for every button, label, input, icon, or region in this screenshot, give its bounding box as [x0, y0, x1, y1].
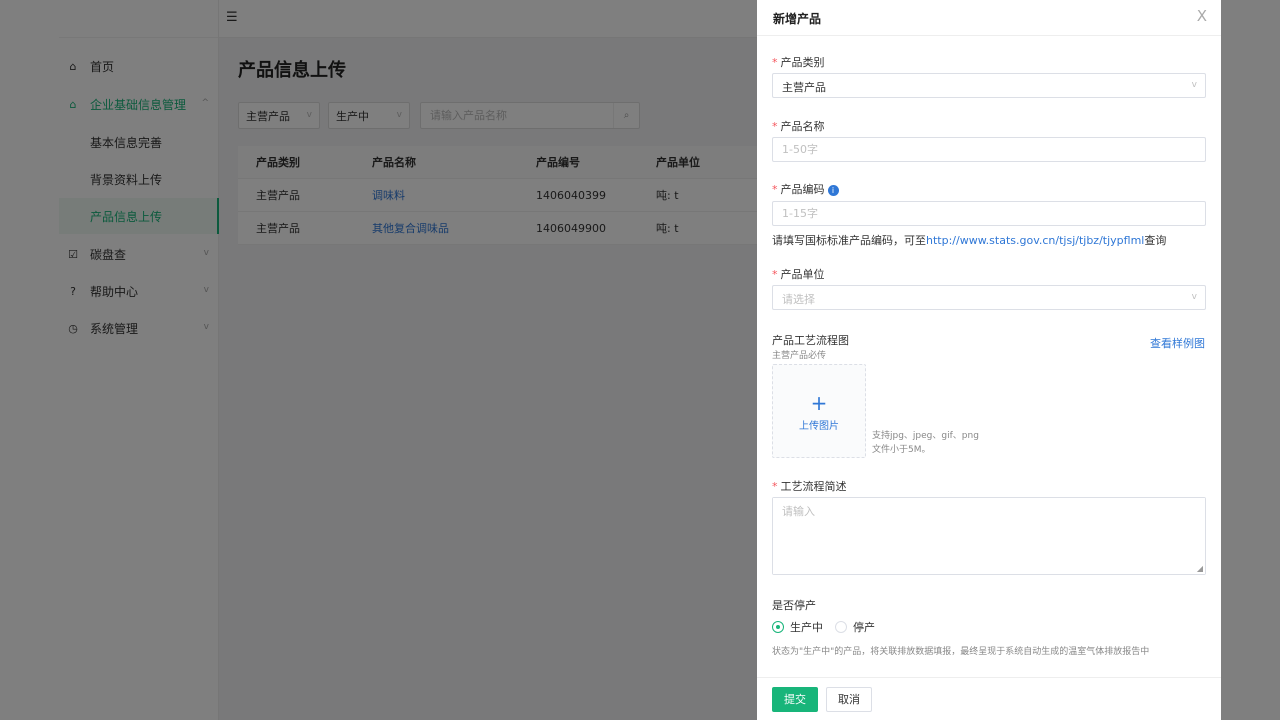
code-label: * 产品编码 i [772, 181, 839, 197]
code-label-text: 产品编码 [780, 183, 825, 196]
chevron-down-icon: v [1191, 80, 1197, 90]
name-label-text: 产品名称 [780, 120, 825, 133]
process-field: ◢ [772, 497, 1206, 575]
required-mark: * [772, 480, 778, 493]
drawer-header: 新增产品 X [757, 0, 1221, 36]
stopped-radio-group: 生产中 停产 [772, 619, 887, 635]
chevron-down-icon: v [1191, 292, 1197, 302]
process-label: * 工艺流程简述 [772, 478, 847, 494]
upload-format-hint: 支持jpg、jpeg、gif、png [872, 431, 979, 441]
process-textarea[interactable] [773, 498, 1205, 574]
category-label: * 产品类别 [772, 54, 825, 70]
name-label: * 产品名称 [772, 118, 825, 134]
flowchart-label: 产品工艺流程图 [772, 334, 849, 347]
required-mark: * [772, 183, 778, 196]
stopped-label: 是否停产 [772, 599, 816, 612]
category-select[interactable]: 主营产品 v [772, 73, 1206, 98]
upload-size-hint: 文件小于5M。 [872, 445, 931, 455]
process-label-text: 工艺流程简述 [780, 480, 847, 493]
code-input[interactable] [773, 202, 1173, 225]
unit-select-placeholder: 请选择 [782, 293, 815, 306]
category-label-text: 产品类别 [780, 56, 825, 69]
required-mark: * [772, 268, 778, 281]
required-mark: * [772, 56, 778, 69]
flowchart-sub-hint: 主营产品必传 [772, 351, 827, 361]
close-icon[interactable]: X [1197, 7, 1207, 25]
radio-stopped-label[interactable]: 停产 [853, 619, 875, 635]
unit-label: * 产品单位 [772, 266, 825, 282]
plus-icon: + [810, 391, 828, 415]
unit-select[interactable]: 请选择 v [772, 285, 1206, 310]
upload-image-button[interactable]: + 上传图片 [772, 364, 866, 458]
upload-label: 上传图片 [799, 421, 839, 432]
code-hint: 请填写国标标准产品编码，可至http://www.stats.gov.cn/tj… [772, 232, 1166, 248]
stats-gov-link[interactable]: http://www.stats.gov.cn/tjsj/tjbz/tjypfl… [926, 234, 1144, 247]
name-field [772, 137, 1206, 162]
add-product-drawer: 新增产品 X *产品类别 主营产品 v *产品名称 *产品编码i 请填写国标标准… [757, 0, 1221, 720]
radio-in-production[interactable] [772, 621, 784, 633]
code-hint-suffix: 查询 [1144, 234, 1167, 247]
radio-stopped[interactable] [835, 621, 847, 633]
name-input[interactable] [773, 138, 1173, 161]
code-hint-prefix: 请填写国标标准产品编码，可至 [772, 234, 926, 247]
info-icon[interactable]: i [827, 184, 839, 196]
resize-grip-icon[interactable]: ◢ [1197, 564, 1203, 573]
code-field [772, 201, 1206, 226]
submit-button[interactable]: 提交 [772, 687, 818, 712]
status-hint: 状态为"生产中"的产品，将关联排放数据填报，最终呈现于系统自动生成的温室气体排放… [772, 647, 1150, 657]
drawer-footer: 提交 取消 [757, 677, 1221, 720]
cancel-button[interactable]: 取消 [826, 687, 872, 712]
unit-label-text: 产品单位 [780, 268, 825, 281]
view-example-link[interactable]: 查看样例图 [1150, 335, 1205, 351]
required-mark: * [772, 120, 778, 133]
drawer-title: 新增产品 [773, 12, 822, 26]
radio-in-production-label[interactable]: 生产中 [790, 619, 823, 635]
category-select-value: 主营产品 [782, 81, 826, 94]
